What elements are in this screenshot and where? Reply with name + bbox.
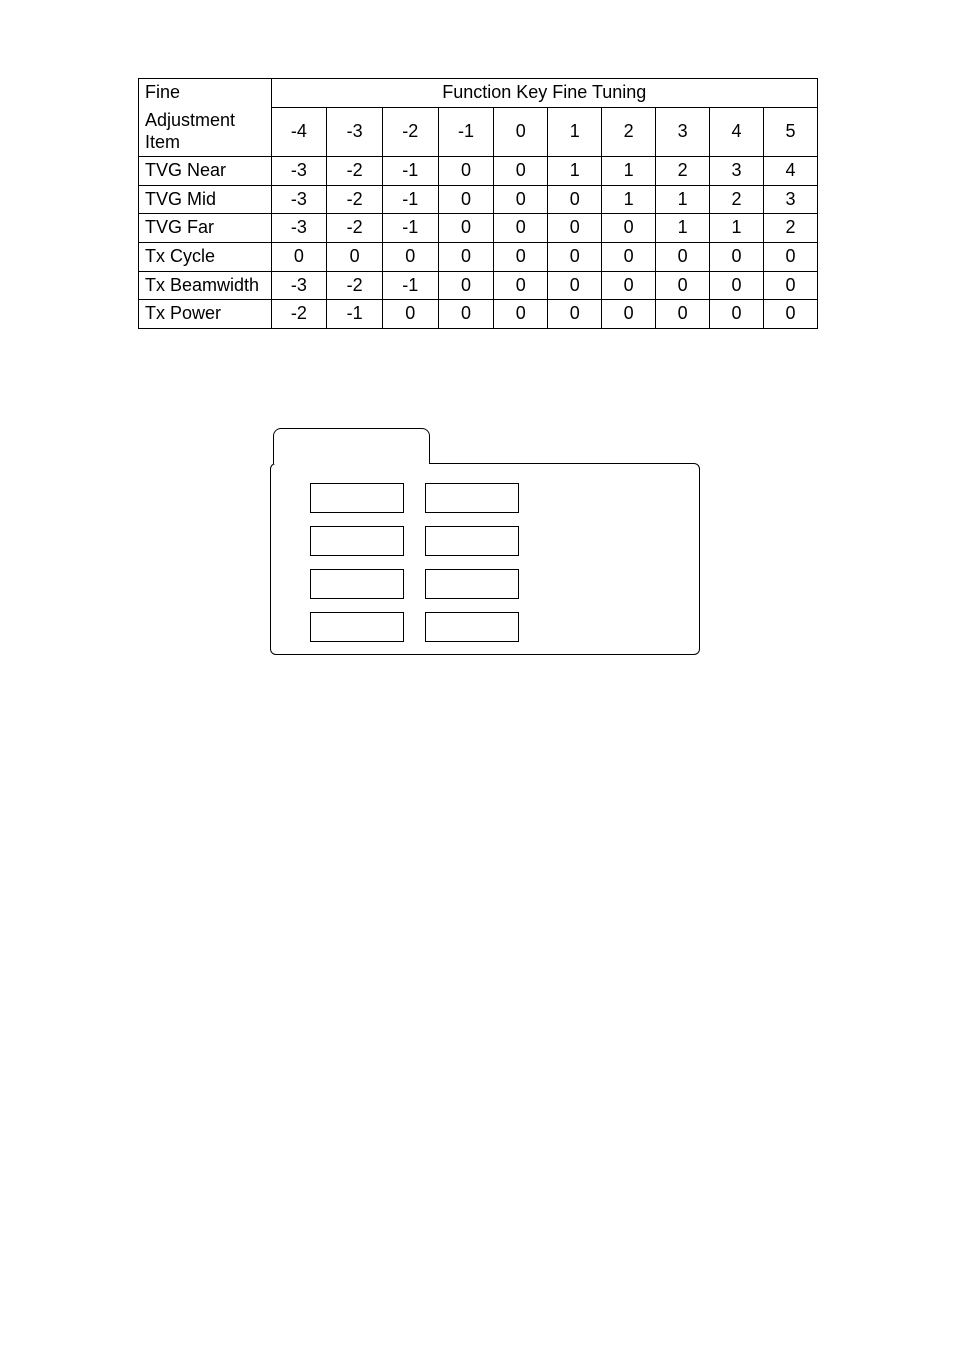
input-field[interactable] <box>425 569 519 599</box>
cell: 3 <box>763 185 817 214</box>
cell: 0 <box>602 243 656 272</box>
col-header: 5 <box>763 107 817 157</box>
row-label: TVG Mid <box>139 185 272 214</box>
input-field[interactable] <box>310 569 404 599</box>
cell: 0 <box>656 300 710 329</box>
cell: 2 <box>710 185 764 214</box>
cell: 0 <box>327 243 383 272</box>
col-header: 4 <box>710 107 764 157</box>
cell: 1 <box>656 214 710 243</box>
cell: 2 <box>763 214 817 243</box>
cell: 0 <box>656 271 710 300</box>
cell: 0 <box>548 185 602 214</box>
tab-join-mask <box>275 461 428 465</box>
row-label: Tx Beamwidth <box>139 271 272 300</box>
corner-label-top: Fine <box>139 79 272 108</box>
cell: -2 <box>271 300 327 329</box>
col-header: 0 <box>494 107 548 157</box>
cell: -3 <box>271 157 327 186</box>
cell: -1 <box>327 300 383 329</box>
input-field[interactable] <box>425 612 519 642</box>
row-label: TVG Far <box>139 214 272 243</box>
cell: -3 <box>271 214 327 243</box>
cell: -1 <box>382 157 438 186</box>
cell: 0 <box>602 271 656 300</box>
cell: 0 <box>602 214 656 243</box>
cell: 0 <box>438 243 494 272</box>
fine-tuning-table: Fine Function Key Fine Tuning Adjustment… <box>138 78 818 329</box>
cell: 0 <box>382 300 438 329</box>
cell: 0 <box>656 243 710 272</box>
cell: 0 <box>494 300 548 329</box>
cell: 0 <box>438 157 494 186</box>
input-field[interactable] <box>310 526 404 556</box>
input-field[interactable] <box>425 483 519 513</box>
cell: 4 <box>763 157 817 186</box>
cell: 0 <box>548 214 602 243</box>
cell: 0 <box>438 271 494 300</box>
cell: 0 <box>494 243 548 272</box>
input-field[interactable] <box>425 526 519 556</box>
cell: -3 <box>271 185 327 214</box>
cell: 0 <box>548 300 602 329</box>
input-field[interactable] <box>310 483 404 513</box>
cell: 0 <box>438 214 494 243</box>
cell: 0 <box>548 243 602 272</box>
row-label: Tx Cycle <box>139 243 272 272</box>
cell: 0 <box>494 157 548 186</box>
cell: -1 <box>382 185 438 214</box>
tab[interactable] <box>273 428 430 464</box>
cell: 1 <box>602 157 656 186</box>
fine-tuning-table-container: Fine Function Key Fine Tuning Adjustment… <box>138 78 818 329</box>
cell: 3 <box>710 157 764 186</box>
cell: -2 <box>327 157 383 186</box>
cell: -1 <box>382 214 438 243</box>
corner-label-bottom: Adjustment Item <box>139 107 272 157</box>
row-label: TVG Near <box>139 157 272 186</box>
cell: 0 <box>438 185 494 214</box>
cell: 0 <box>710 243 764 272</box>
cell: 0 <box>710 300 764 329</box>
col-header: -1 <box>438 107 494 157</box>
tabbed-panel <box>270 428 700 653</box>
col-header: 2 <box>602 107 656 157</box>
col-header: -3 <box>327 107 383 157</box>
col-header: -2 <box>382 107 438 157</box>
input-field[interactable] <box>310 612 404 642</box>
cell: -1 <box>382 271 438 300</box>
group-header: Function Key Fine Tuning <box>271 79 817 108</box>
cell: 0 <box>494 185 548 214</box>
cell: 0 <box>271 243 327 272</box>
cell: 2 <box>656 157 710 186</box>
cell: -2 <box>327 214 383 243</box>
cell: 0 <box>438 300 494 329</box>
cell: -2 <box>327 271 383 300</box>
cell: 0 <box>763 243 817 272</box>
cell: 0 <box>763 271 817 300</box>
cell: -3 <box>271 271 327 300</box>
col-header: -4 <box>271 107 327 157</box>
row-label: Tx Power <box>139 300 272 329</box>
col-header: 1 <box>548 107 602 157</box>
cell: 0 <box>494 214 548 243</box>
cell: 0 <box>763 300 817 329</box>
cell: 1 <box>710 214 764 243</box>
cell: 0 <box>548 271 602 300</box>
cell: 0 <box>710 271 764 300</box>
cell: 1 <box>656 185 710 214</box>
cell: -2 <box>327 185 383 214</box>
cell: 0 <box>602 300 656 329</box>
cell: 0 <box>382 243 438 272</box>
cell: 1 <box>548 157 602 186</box>
cell: 1 <box>602 185 656 214</box>
cell: 0 <box>494 271 548 300</box>
col-header: 3 <box>656 107 710 157</box>
